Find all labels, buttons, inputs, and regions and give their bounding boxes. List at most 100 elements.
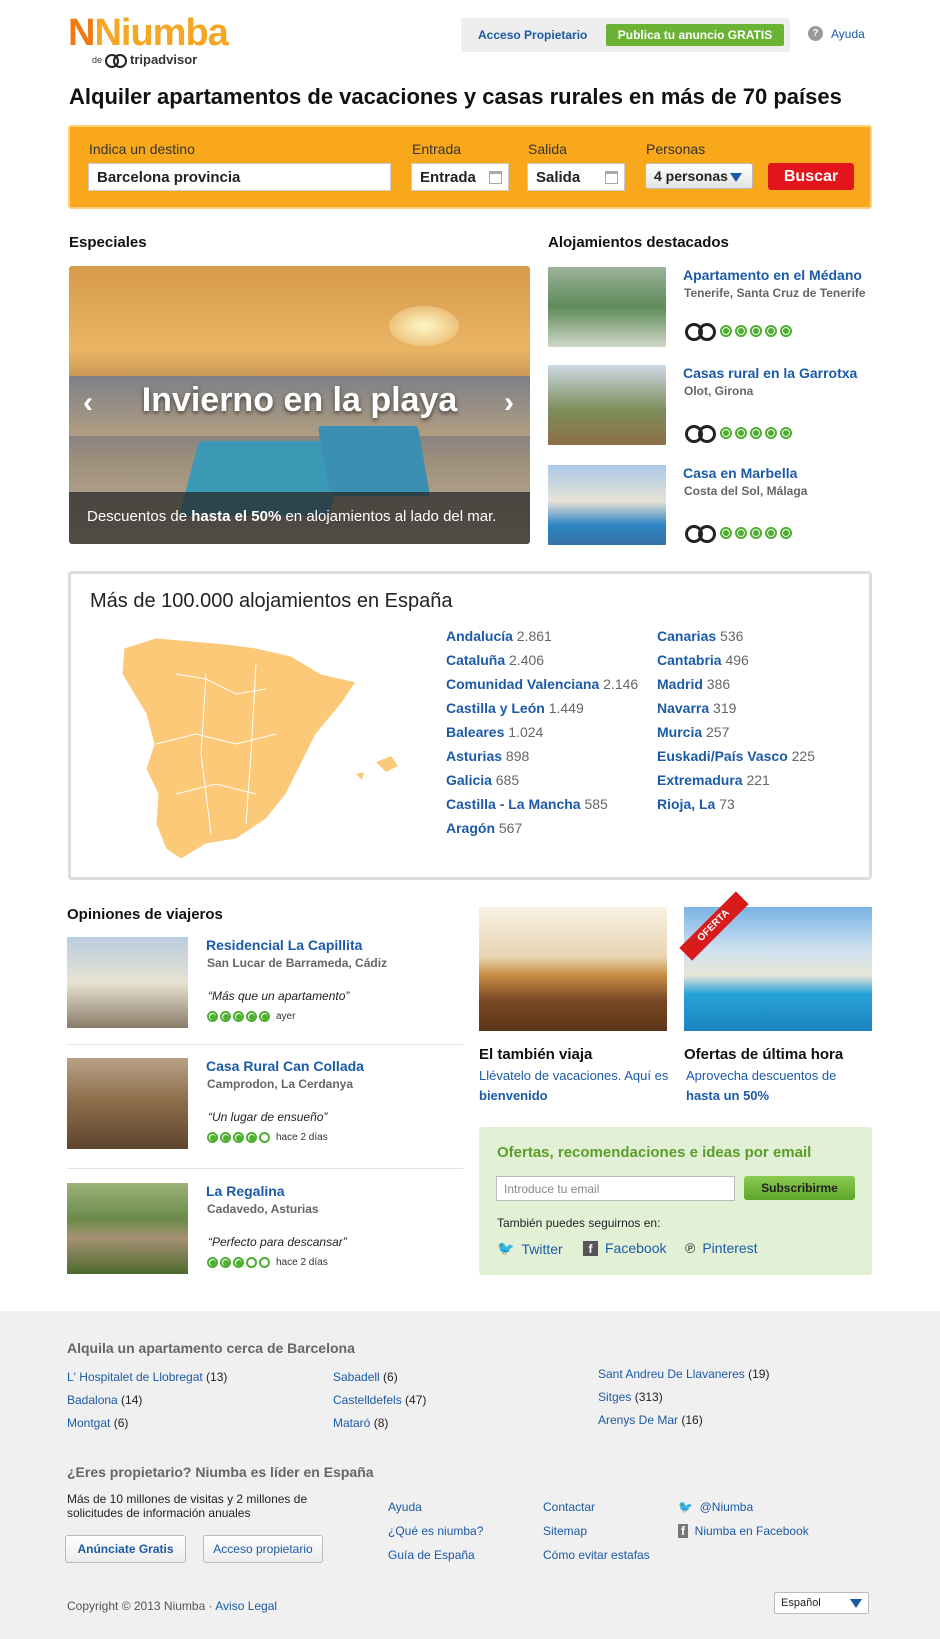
rating-bubble-filled (246, 1011, 257, 1022)
nearby-town-link[interactable]: Badalona (14) (67, 1393, 142, 1407)
rating-bubble-empty (259, 1132, 270, 1143)
pinterest-link[interactable]: ℗ Pinterest (685, 1240, 758, 1256)
featured-photo[interactable] (548, 267, 666, 347)
email-input[interactable]: Introduce tu email (496, 1176, 735, 1201)
search-button[interactable]: Buscar (768, 163, 854, 190)
featured-name[interactable]: Casas rural en la Garrotxa (683, 365, 857, 381)
chevron-down-icon (850, 1599, 862, 1608)
opinion-item[interactable]: Casa Rural Can Collada Camprodon, La Cer… (67, 1058, 465, 1168)
checkout-input[interactable]: Salida (527, 163, 625, 191)
nearby-town-link[interactable]: Sabadell (6) (333, 1370, 398, 1384)
page-headline: Alquiler apartamentos de vacaciones y ca… (69, 84, 842, 109)
region-link[interactable]: Aragón 567 (446, 820, 522, 836)
region-link[interactable]: Cantabria 496 (657, 652, 749, 668)
prev-arrow-icon[interactable]: ‹ (83, 386, 93, 420)
rating-bubble-filled (220, 1011, 231, 1022)
region-link[interactable]: Euskadi/País Vasco 225 (657, 748, 815, 764)
region-link[interactable]: Madrid 386 (657, 676, 730, 692)
footer-sitemap-link[interactable]: Sitemap (543, 1524, 587, 1538)
footer-help-link[interactable]: Ayuda (388, 1500, 422, 1514)
featured-name[interactable]: Apartamento en el Médano (683, 267, 862, 283)
niumba-logo[interactable]: NNiumba de tripadvisor (68, 14, 229, 68)
owner-access-link[interactable]: Acceso Propietario (478, 28, 587, 42)
help-link[interactable]: ? Ayuda (808, 26, 865, 41)
featured-name[interactable]: Casa en Marbella (683, 465, 797, 481)
offer-promo-text[interactable]: Aprovecha descuentos de hasta un 50% (686, 1066, 871, 1106)
region-link[interactable]: Cataluña 2.406 (446, 652, 544, 668)
nearby-town-link[interactable]: Arenys De Mar (16) (598, 1413, 703, 1427)
featured-item[interactable]: Casas rural en la Garrotxa Olot, Girona (548, 365, 878, 447)
dog-promo-image[interactable] (479, 907, 667, 1031)
featured-item[interactable]: Apartamento en el Médano Tenerife, Santa… (548, 267, 878, 349)
newsletter-box: Ofertas, recomendaciones e ideas por ema… (479, 1127, 872, 1275)
region-link[interactable]: Galicia 685 (446, 772, 519, 788)
region-link[interactable]: Murcia 257 (657, 724, 729, 740)
nearby-town-link[interactable]: Mataró (8) (333, 1416, 388, 1430)
destination-input[interactable]: Barcelona provincia (88, 163, 391, 191)
legal-link[interactable]: Aviso Legal (215, 1599, 277, 1613)
persons-select[interactable]: 4 personas (645, 163, 753, 189)
footer-guide-link[interactable]: Guía de España (388, 1548, 475, 1562)
next-arrow-icon[interactable]: › (504, 386, 514, 420)
region-link[interactable]: Baleares 1.024 (446, 724, 543, 740)
opinion-name[interactable]: La Regalina (206, 1183, 285, 1199)
advertise-button[interactable]: Anúnciate Gratis (65, 1535, 186, 1563)
language-select[interactable]: Español (774, 1592, 869, 1614)
follow-label: También puedes seguirnos en: (497, 1216, 661, 1230)
rating-bubble-filled (750, 526, 762, 539)
region-link[interactable]: Castilla y León 1.449 (446, 700, 584, 716)
footer-contact-link[interactable]: Contactar (543, 1500, 595, 1514)
footer-twitter-link[interactable]: @Niumba (700, 1500, 754, 1514)
opinion-item[interactable]: Residencial La Capillita San Lucar de Ba… (67, 937, 465, 1047)
opinion-name[interactable]: Casa Rural Can Collada (206, 1058, 364, 1074)
region-link[interactable]: Andalucía 2.861 (446, 628, 552, 644)
featured-item[interactable]: Casa en Marbella Costa del Sol, Málaga (548, 465, 878, 547)
footer-scams-link[interactable]: Cómo evitar estafas (543, 1548, 650, 1562)
publish-ad-button[interactable]: Publica tu anuncio GRATIS (606, 24, 784, 46)
offer-promo-image[interactable]: OFERTA (679, 891, 872, 1031)
opinion-photo[interactable] (67, 1183, 188, 1274)
nearby-town-link[interactable]: Montgat (6) (67, 1416, 128, 1430)
nearby-town-link[interactable]: Sant Andreu De Llavaneres (19) (598, 1367, 769, 1381)
region-link[interactable]: Navarra 319 (657, 700, 736, 716)
opinion-date: hace 2 días (276, 1257, 328, 1268)
region-link[interactable]: Canarias 536 (657, 628, 743, 644)
spain-map[interactable] (116, 634, 416, 864)
specials-carousel[interactable]: Invierno en la playa ‹ › Descuentos de h… (69, 266, 530, 544)
featured-location: Olot, Girona (684, 384, 754, 398)
dog-promo-title[interactable]: El también viaja (479, 1046, 592, 1063)
twitter-icon: 🐦 (497, 1240, 515, 1256)
facebook-link[interactable]: f Facebook (583, 1240, 666, 1256)
rating-bubble-filled (233, 1011, 244, 1022)
region-link[interactable]: Rioja, La 73 (657, 796, 735, 812)
featured-photo[interactable] (548, 365, 666, 445)
footer-about-link[interactable]: ¿Qué es niumba? (388, 1524, 483, 1538)
pinterest-icon: ℗ (685, 1240, 696, 1256)
region-link[interactable]: Asturias 898 (446, 748, 529, 764)
featured-photo[interactable] (548, 465, 666, 545)
region-link[interactable]: Extremadura 221 (657, 772, 770, 788)
tripadvisor-rating (685, 525, 792, 543)
twitter-link[interactable]: 🐦 Twitter (497, 1240, 563, 1257)
nearby-town-link[interactable]: Castelldefels (47) (333, 1393, 426, 1407)
dog-promo-text[interactable]: Llévatelo de vacaciones. Aquí es bienven… (479, 1066, 669, 1106)
opinion-photo[interactable] (67, 1058, 188, 1149)
opinion-name[interactable]: Residencial La Capillita (206, 937, 362, 953)
region-link[interactable]: Castilla - La Mancha 585 (446, 796, 608, 812)
subscribe-button[interactable]: Subscribirme (744, 1176, 855, 1200)
owner-access-button[interactable]: Acceso propietario (203, 1535, 323, 1563)
tripadvisor-rating (685, 425, 792, 443)
tripadvisor-owl-icon (105, 53, 128, 68)
checkin-input[interactable]: Entrada (411, 163, 509, 191)
rating-bubble-filled (246, 1132, 257, 1143)
nearby-town-link[interactable]: Sitges (313) (598, 1390, 663, 1404)
footer-facebook-link[interactable]: Niumba en Facebook (695, 1524, 809, 1538)
rating-bubble-filled (207, 1257, 218, 1268)
offer-promo-title[interactable]: Ofertas de última hora (684, 1046, 843, 1063)
nearby-town-link[interactable]: L' Hospitalet de Llobregat (13) (67, 1370, 227, 1384)
rating-bubble-filled (765, 426, 777, 439)
header-actions: Acceso Propietario Publica tu anuncio GR… (461, 18, 790, 52)
region-link[interactable]: Comunidad Valenciana 2.146 (446, 676, 638, 692)
opinion-item[interactable]: La Regalina Cadavedo, Asturias “Perfecto… (67, 1183, 465, 1293)
opinion-photo[interactable] (67, 937, 188, 1028)
